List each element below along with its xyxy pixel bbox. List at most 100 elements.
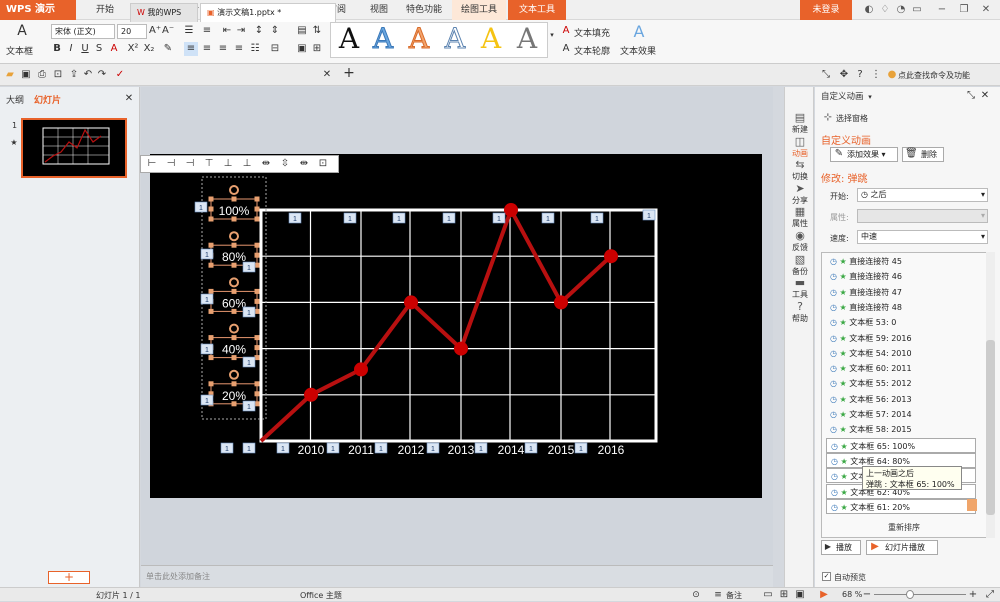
autopreview-label[interactable]: 自动预览 <box>834 572 866 583</box>
add-slide-button[interactable]: + <box>48 571 90 584</box>
pane-close-icon[interactable]: ✕ <box>980 89 990 103</box>
help-toolbar-icon[interactable]: ? <box>854 68 866 82</box>
text-effect-button[interactable]: 文本效果 <box>620 44 656 57</box>
tab-my-wps[interactable]: W 我的WPS <box>130 3 198 22</box>
textbox-icon[interactable]: A <box>10 22 34 40</box>
align-left-icon[interactable]: ≡ <box>184 42 198 56</box>
distribute-h2-icon[interactable]: ⇹ <box>297 157 311 171</box>
notes-toggle-icon[interactable]: ≡ <box>712 588 724 602</box>
spellcheck-icon[interactable]: ⊙ <box>690 588 702 602</box>
menu-tab-9[interactable]: 文本工具 <box>508 0 566 20</box>
zoom-slider[interactable] <box>874 594 966 595</box>
undo-icon[interactable]: ↶ <box>82 68 94 82</box>
clear-format-icon[interactable]: ✎ <box>162 42 174 56</box>
align-left-icon[interactable]: ⊢ <box>145 157 159 171</box>
folder-icon[interactable]: ▰ <box>4 68 16 82</box>
side-item-6[interactable]: ▧ 备份 <box>785 253 815 277</box>
side-item-1[interactable]: ◫ 动画 <box>785 135 815 159</box>
side-item-3[interactable]: ➤ 分享 <box>785 182 815 206</box>
preview-icon[interactable]: ⊡ <box>52 68 64 82</box>
align-right-icon[interactable]: ⊣ <box>183 157 197 171</box>
animation-item[interactable]: ◷ ★ 直接连接符 45 <box>826 254 976 269</box>
redo-icon[interactable]: ↷ <box>96 68 108 82</box>
tab-outline[interactable]: 大纲 <box>6 93 24 106</box>
smartart-icon[interactable]: ⊞ <box>310 42 324 56</box>
speed-select[interactable]: 中速 ▾ <box>857 230 988 244</box>
align-center-h-icon[interactable]: ⊣ <box>164 157 178 171</box>
animation-list-scroll-thumb[interactable] <box>986 340 995 515</box>
notes-area[interactable] <box>141 565 773 587</box>
format-painter-icon[interactable]: ✓ <box>114 68 126 82</box>
side-item-7[interactable]: ▬ 工具 <box>785 276 815 300</box>
pane-title[interactable]: 自定义动画 <box>821 90 864 102</box>
align-right-icon[interactable]: ≡ <box>216 42 230 56</box>
paragraph-spacing-icon[interactable]: ⇕ <box>268 24 282 38</box>
superscript-icon[interactable]: X² <box>126 42 140 56</box>
text-style-orange-icon[interactable]: A <box>404 23 434 54</box>
new-tab-icon[interactable]: + <box>342 66 356 80</box>
notes-toggle[interactable]: 备注 <box>726 590 742 601</box>
animation-item[interactable]: ◷ ★ 文本框 58: 2015 <box>826 422 976 437</box>
item-dropdown-icon[interactable] <box>967 499 977 511</box>
align-center-icon[interactable]: ≡ <box>200 42 214 56</box>
text-fill-icon[interactable]: A <box>560 24 572 38</box>
skin-toggle-icon[interactable]: ✥ <box>838 68 850 82</box>
font-name-select[interactable]: 宋体 (正文) <box>51 24 115 39</box>
animation-item[interactable]: ◷ ★ 文本框 54: 2010 <box>826 346 976 361</box>
text-style-gray-icon[interactable]: A <box>512 24 542 54</box>
print-icon[interactable]: ⎙ <box>36 68 48 82</box>
close-icon[interactable]: ✕ <box>979 2 993 18</box>
bullets-icon[interactable]: ☰ <box>182 24 196 38</box>
pane-pin-icon[interactable]: ⤡ <box>966 89 976 103</box>
textbox-label[interactable]: 文本框 <box>6 44 33 57</box>
outdent-icon[interactable]: ⇤ <box>220 24 234 38</box>
play-view-icon[interactable]: ▶ <box>818 588 830 602</box>
selection-pane-button[interactable]: 选择窗格 <box>836 113 868 124</box>
text-effect-icon[interactable]: A <box>630 22 648 42</box>
fit-window-icon[interactable]: ⤢ <box>984 588 996 602</box>
gallery-more-icon[interactable]: ▾ <box>548 28 556 42</box>
slide-thumbnail[interactable] <box>21 118 127 178</box>
side-item-4[interactable]: ▦ 属性 <box>785 205 815 229</box>
autopreview-checkbox[interactable]: ✓ <box>822 572 831 581</box>
animation-item[interactable]: ◷ ★ 文本框 60: 2011 <box>826 361 976 376</box>
line-spacing-icon[interactable]: ↕ <box>252 24 266 38</box>
close-pane-icon[interactable]: ✕ <box>124 92 134 106</box>
bell-icon[interactable]: ◔ <box>894 2 908 18</box>
start-select[interactable]: ◷ 之后 ▾ <box>857 188 988 202</box>
notes-placeholder[interactable]: 单击此处添加备注 <box>146 571 210 582</box>
text-direction-icon[interactable]: ⇅ <box>310 24 324 38</box>
text-fill-button[interactable]: 文本填充 <box>574 26 610 39</box>
login-button[interactable]: 未登录 <box>800 0 852 20</box>
side-item-8[interactable]: ? 帮助 <box>785 300 815 324</box>
save-icon[interactable]: ▣ <box>20 68 32 82</box>
align-middle-icon[interactable]: ⊥ <box>221 157 235 171</box>
animation-item[interactable]: ◷ ★ 文本框 57: 2014 <box>826 407 976 422</box>
animation-item[interactable]: ◷ ★ 文本框 59: 2016 <box>826 331 976 346</box>
pane-title-dropdown-icon[interactable]: ▾ <box>866 90 874 104</box>
menu-tab-7[interactable]: 特色功能 <box>402 0 446 20</box>
animation-item[interactable]: ◷ ★ 文本框 53: 0 <box>826 315 976 330</box>
export-icon[interactable]: ⇪ <box>68 68 80 82</box>
text-style-black-icon[interactable]: A <box>334 24 364 54</box>
command-search[interactable]: 点此查找命令及功能 <box>898 70 970 81</box>
text-box-settings-icon[interactable]: ▣ <box>295 42 309 56</box>
underline-icon[interactable]: U <box>79 42 91 56</box>
tab-slides[interactable]: 幻灯片 <box>34 93 61 106</box>
animation-item[interactable]: ◷ ★ 直接连接符 46 <box>826 269 976 284</box>
align-bottom-icon[interactable]: ⊥ <box>240 157 254 171</box>
font-size-select[interactable]: 20 <box>117 24 147 39</box>
vertical-align-icon[interactable]: ⊟ <box>268 42 282 56</box>
animation-item[interactable]: ◷ ★ 文本框 61: 20% <box>826 498 976 514</box>
distribute-v-icon[interactable]: ⇳ <box>278 157 292 171</box>
subscript-icon[interactable]: X₂ <box>142 42 156 56</box>
animation-item[interactable]: ◷ ★ 文本框 56: 2013 <box>826 392 976 407</box>
minimize-icon[interactable]: − <box>935 2 949 18</box>
animation-item[interactable]: ◷ ★ 文本框 55: 2012 <box>826 376 976 391</box>
restore-icon[interactable]: ❐ <box>957 2 971 18</box>
app-menu-button[interactable]: WPS 演示 <box>0 0 76 20</box>
distribute-h-icon[interactable]: ⇹ <box>259 157 273 171</box>
distribute-icon[interactable]: ☷ <box>248 42 262 56</box>
animation-item[interactable]: ◷ ★ 文本框 65: 100% <box>826 437 976 453</box>
reorder-label[interactable]: 重新排序 <box>888 522 920 533</box>
